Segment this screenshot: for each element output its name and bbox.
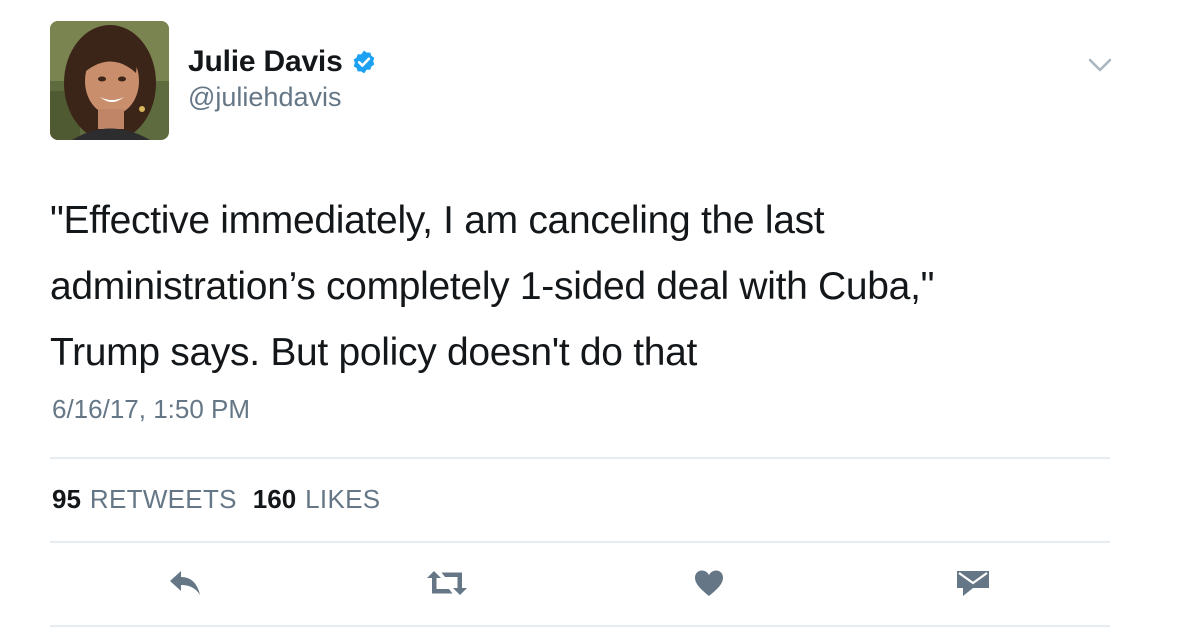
heart-icon: [694, 569, 724, 602]
divider: [50, 541, 1110, 543]
divider: [50, 625, 1110, 627]
retweet-button[interactable]: [424, 562, 470, 608]
avatar[interactable]: [50, 21, 169, 140]
reply-icon: [168, 569, 202, 602]
divider: [50, 457, 1110, 459]
verified-badge-icon: [351, 49, 377, 75]
author-name-row: Julie Davis: [188, 42, 377, 82]
tweet-card: Julie Davis @juliehdavis "Effective imme…: [0, 0, 1200, 638]
display-name[interactable]: Julie Davis: [188, 45, 343, 79]
tweet-text-line: administration’s completely 1-sided deal…: [50, 265, 935, 308]
tweet-stats: 95 RETWEETS 160 LIKES: [52, 484, 396, 515]
user-handle[interactable]: @juliehdavis: [188, 82, 341, 113]
likes-count[interactable]: 160: [253, 484, 296, 515]
retweet-icon: [425, 569, 469, 602]
tweet-text: "Effective immediately, I am canceling t…: [50, 188, 1110, 386]
reply-button[interactable]: [162, 562, 208, 608]
tweet-timestamp[interactable]: 6/16/17, 1:50 PM: [52, 394, 250, 425]
direct-message-button[interactable]: [950, 562, 996, 608]
tweet-actions: [0, 562, 1200, 608]
avatar-photo: [50, 21, 169, 140]
envelope-icon: [955, 568, 991, 603]
tweet-text-line: "Effective immediately, I am canceling t…: [50, 199, 825, 242]
tweet-text-line: Trump says. But policy doesn't do that: [50, 331, 698, 374]
retweets-label[interactable]: RETWEETS: [90, 484, 237, 515]
chevron-down-icon[interactable]: [1085, 50, 1115, 80]
retweets-count[interactable]: 95: [52, 484, 81, 515]
like-button[interactable]: [686, 562, 732, 608]
likes-label[interactable]: LIKES: [305, 484, 380, 515]
